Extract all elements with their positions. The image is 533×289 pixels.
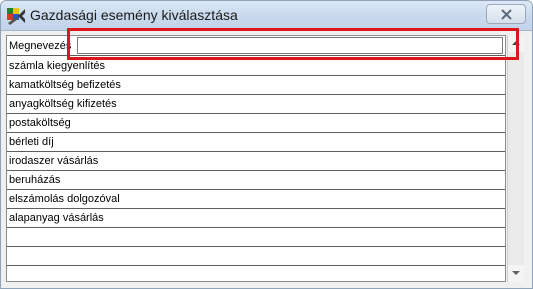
list-item[interactable]: anyagköltség kifizetés bbox=[7, 95, 505, 114]
dialog-window: Gazdasági esemény kiválasztása Megnevezé… bbox=[0, 0, 533, 289]
list-item[interactable]: kamatköltség befizetés bbox=[7, 76, 505, 95]
selection-grid: Megnevezés számla kiegyenlítés kamatkölt… bbox=[6, 35, 506, 282]
puzzle-icon bbox=[6, 7, 26, 25]
list-item[interactable]: alapanyag vásárlás bbox=[7, 209, 505, 228]
close-button[interactable] bbox=[486, 4, 526, 24]
scroll-down-button[interactable] bbox=[508, 265, 524, 282]
list-item[interactable] bbox=[7, 228, 505, 247]
list-item[interactable] bbox=[7, 266, 505, 281]
list-item[interactable]: beruházás bbox=[7, 171, 505, 190]
filter-label: Megnevezés bbox=[9, 40, 72, 52]
list-item[interactable]: bérleti díj bbox=[7, 133, 505, 152]
arrow-down-icon bbox=[512, 271, 520, 275]
event-list: számla kiegyenlítés kamatköltség befizet… bbox=[7, 57, 505, 281]
list-item[interactable]: irodaszer vásárlás bbox=[7, 152, 505, 171]
list-item[interactable]: postaköltség bbox=[7, 114, 505, 133]
arrow-up-icon bbox=[512, 41, 520, 45]
scroll-up-button[interactable] bbox=[508, 35, 524, 52]
title-bar[interactable]: Gazdasági esemény kiválasztása bbox=[1, 1, 532, 31]
close-icon bbox=[501, 9, 512, 20]
list-item[interactable] bbox=[7, 247, 505, 266]
name-search-input[interactable] bbox=[77, 37, 503, 54]
vertical-scrollbar[interactable] bbox=[507, 35, 524, 282]
list-item[interactable]: elszámolás dolgozóval bbox=[7, 190, 505, 209]
list-item[interactable]: számla kiegyenlítés bbox=[7, 57, 505, 76]
window-title: Gazdasági esemény kiválasztása bbox=[30, 7, 238, 23]
filter-row: Megnevezés bbox=[7, 36, 505, 56]
